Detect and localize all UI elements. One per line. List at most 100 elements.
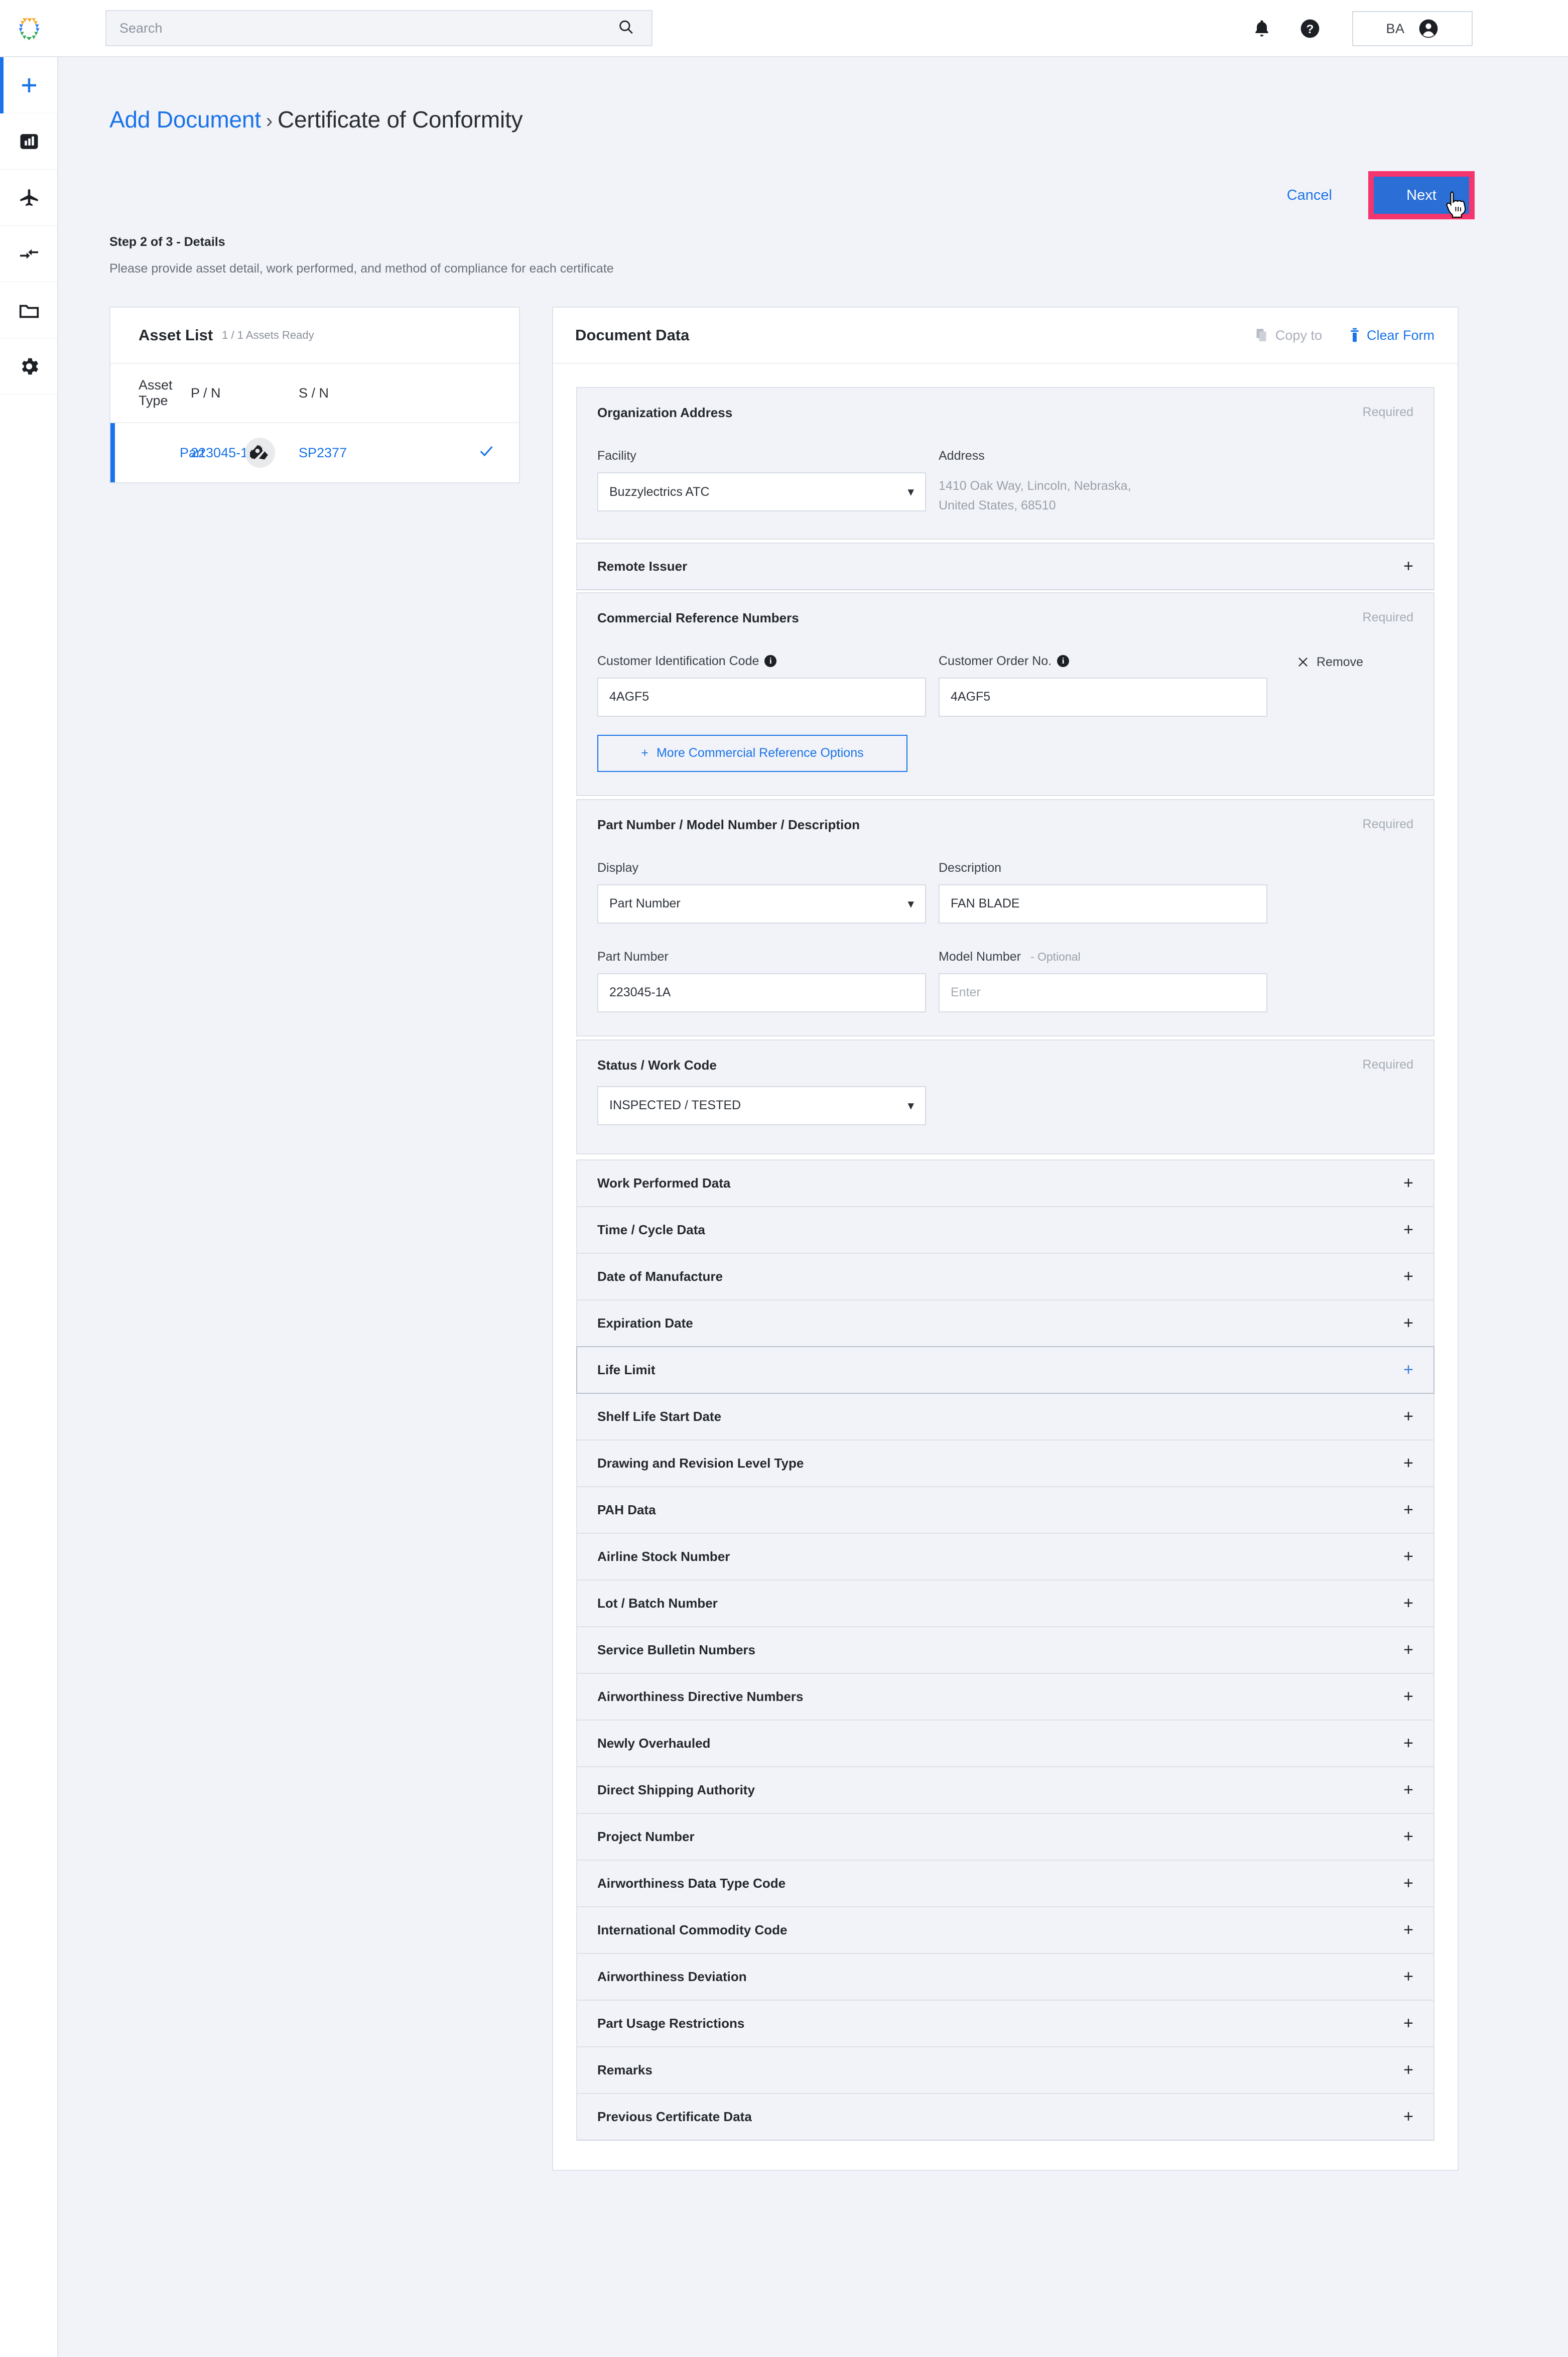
field-status-work-code: INSPECTED / TESTED ▾ — [597, 1086, 939, 1125]
table-row[interactable]: Part 223045-1A SP2377 — [110, 423, 519, 482]
sidebar-item-add[interactable] — [0, 57, 58, 113]
collapsed-section-row[interactable]: Expiration Date + — [576, 1299, 1434, 1347]
field-label: Customer Order No. i — [939, 654, 1267, 669]
search-input[interactable] — [106, 11, 578, 45]
collapsed-section-row[interactable]: Airline Stock Number + — [576, 1532, 1434, 1581]
field-label: Display — [597, 860, 638, 875]
collapsed-section-row[interactable]: Airworthiness Directive Numbers + — [576, 1672, 1434, 1721]
collapsed-section-row[interactable]: Previous Certificate Data + — [576, 2092, 1434, 2141]
plus-icon: + — [1403, 1594, 1413, 1613]
user-account-chip[interactable]: BA — [1352, 11, 1473, 46]
global-search[interactable] — [105, 10, 652, 46]
plus-icon: + — [1403, 2014, 1413, 2033]
field-facility: Facility Buzzylectrics ATC ▾ — [597, 449, 939, 515]
customer-identification-code-input[interactable] — [609, 678, 914, 716]
collapsed-section-row[interactable]: Shelf Life Start Date + — [576, 1392, 1434, 1441]
part-number-input[interactable] — [609, 974, 914, 1011]
cancel-button[interactable]: Cancel — [1272, 187, 1347, 204]
plus-icon: + — [1403, 557, 1413, 576]
sidebar-item-settings[interactable] — [0, 338, 58, 395]
section-title: Date of Manufacture — [597, 1268, 723, 1284]
plus-icon: + — [1403, 2107, 1413, 2126]
collapsed-section-row[interactable]: PAH Data + — [576, 1486, 1434, 1534]
collapsed-section-row[interactable]: Drawing and Revision Level Type + — [576, 1439, 1434, 1487]
cell-sn[interactable]: SP2377 — [299, 445, 399, 461]
collapsed-section-row[interactable]: Remarks + — [576, 2046, 1434, 2094]
customer-identification-code-field[interactable] — [597, 677, 926, 717]
app-logo[interactable] — [0, 14, 58, 43]
asset-list-card: Asset List 1 / 1 Assets Ready Asset Type… — [109, 307, 520, 483]
bar-chart-icon — [20, 134, 38, 149]
field-customer-identification-code: Customer Identification Code i — [597, 654, 939, 717]
collapsed-section-row[interactable]: Newly Overhauled + — [576, 1719, 1434, 1767]
asset-list-header: Asset List 1 / 1 Assets Ready — [110, 308, 519, 364]
collapsed-section-row[interactable]: Airworthiness Deviation + — [576, 1952, 1434, 2001]
sidebar-item-transfers[interactable] — [0, 226, 58, 282]
section-title: Shelf Life Start Date — [597, 1408, 722, 1424]
section-title: Previous Certificate Data — [597, 2109, 752, 2124]
plus-icon: + — [1403, 1360, 1413, 1379]
customer-order-no-field[interactable] — [939, 677, 1267, 717]
collapsed-section-row[interactable]: Part Usage Restrictions + — [576, 1999, 1434, 2047]
collapsed-section-row[interactable]: Service Bulletin Numbers + — [576, 1626, 1434, 1674]
section-title: Commercial Reference Numbers — [597, 610, 799, 625]
collapsed-section-row[interactable]: Project Number + — [576, 1812, 1434, 1861]
document-data-actions: Copy to Clear Form — [1255, 328, 1434, 343]
clear-form-button[interactable]: Clear Form — [1349, 328, 1434, 343]
collapsed-section-row[interactable]: Airworthiness Data Type Code + — [576, 1859, 1434, 1907]
field-address: Address 1410 Oak Way, Lincoln, Nebraska,… — [939, 449, 1280, 515]
section-remote-issuer[interactable]: Remote Issuer + — [576, 542, 1434, 590]
section-title: Expiration Date — [597, 1315, 693, 1331]
collapsed-sections-list: Work Performed Data + Time / Cycle Data + Da… — [576, 1159, 1434, 2141]
more-commercial-reference-options-button[interactable]: + More Commercial Reference Options — [597, 734, 907, 772]
display-select[interactable]: Part Number ▾ — [597, 884, 926, 924]
search-icon[interactable] — [617, 19, 634, 38]
collapsed-section-row[interactable]: International Commodity Code + — [576, 1906, 1434, 1954]
info-icon[interactable]: i — [764, 655, 777, 667]
plus-icon: + — [1403, 1920, 1413, 1939]
customer-order-no-input[interactable] — [951, 678, 1255, 716]
section-fields-row-2: Part Number Model Number - Optional — [577, 924, 1433, 1035]
status-work-code-value: INSPECTED / TESTED — [609, 1098, 741, 1112]
help-button[interactable]: ? — [1286, 18, 1334, 39]
facility-select[interactable]: Buzzylectrics ATC ▾ — [597, 472, 926, 511]
collapsed-section-row[interactable]: Time / Cycle Data + — [576, 1206, 1434, 1254]
section-title: Remote Issuer — [597, 558, 688, 574]
check-icon — [478, 443, 495, 463]
asset-list-columns: Asset Type P / N S / N — [110, 364, 519, 423]
next-button[interactable]: Next — [1374, 177, 1469, 214]
breadcrumb-separator: › — [266, 110, 273, 132]
breadcrumb-link-add-document[interactable]: Add Document — [109, 106, 261, 133]
description-field[interactable] — [939, 884, 1267, 924]
part-number-field[interactable] — [597, 973, 926, 1012]
collapsed-section-row[interactable]: Direct Shipping Authority + — [576, 1766, 1434, 1814]
sidebar-item-analytics[interactable] — [0, 113, 58, 170]
optional-badge: - Optional — [1030, 950, 1081, 963]
info-icon[interactable]: i — [1057, 655, 1070, 667]
collapsed-section-row[interactable]: Date of Manufacture + — [576, 1252, 1434, 1300]
field-label: Part Number — [597, 949, 669, 964]
description-input[interactable] — [951, 885, 1255, 923]
plus-icon: + — [1403, 1687, 1413, 1706]
display-value: Part Number — [609, 896, 681, 910]
status-work-code-select[interactable]: INSPECTED / TESTED ▾ — [597, 1086, 926, 1125]
document-data-title: Document Data — [575, 326, 690, 344]
section-title: Organization Address — [597, 405, 733, 420]
model-number-field[interactable] — [939, 973, 1267, 1012]
account-circle-icon — [1419, 19, 1438, 38]
section-organization-address: Organization Address Required Facility B… — [576, 387, 1434, 540]
collapsed-section-row[interactable]: Work Performed Data + — [576, 1159, 1434, 1207]
collapsed-section-row[interactable]: Life Limit + — [576, 1346, 1434, 1394]
plus-icon: + — [1403, 1874, 1413, 1893]
sidebar-item-documents[interactable] — [0, 282, 58, 338]
notifications-button[interactable] — [1238, 18, 1286, 40]
sidebar-item-fleet[interactable] — [0, 170, 58, 226]
copy-to-button[interactable]: Copy to — [1255, 328, 1322, 343]
step-subtitle: Please provide asset detail, work perfor… — [109, 261, 614, 276]
remove-reference-button[interactable]: Remove — [1296, 654, 1363, 670]
model-number-input[interactable] — [951, 974, 1255, 1011]
section-title: Airworthiness Directive Numbers — [597, 1688, 804, 1704]
plus-icon: + — [1403, 1827, 1413, 1846]
wizard-actions: Cancel Next — [1272, 171, 1475, 219]
collapsed-section-row[interactable]: Lot / Batch Number + — [576, 1579, 1434, 1627]
